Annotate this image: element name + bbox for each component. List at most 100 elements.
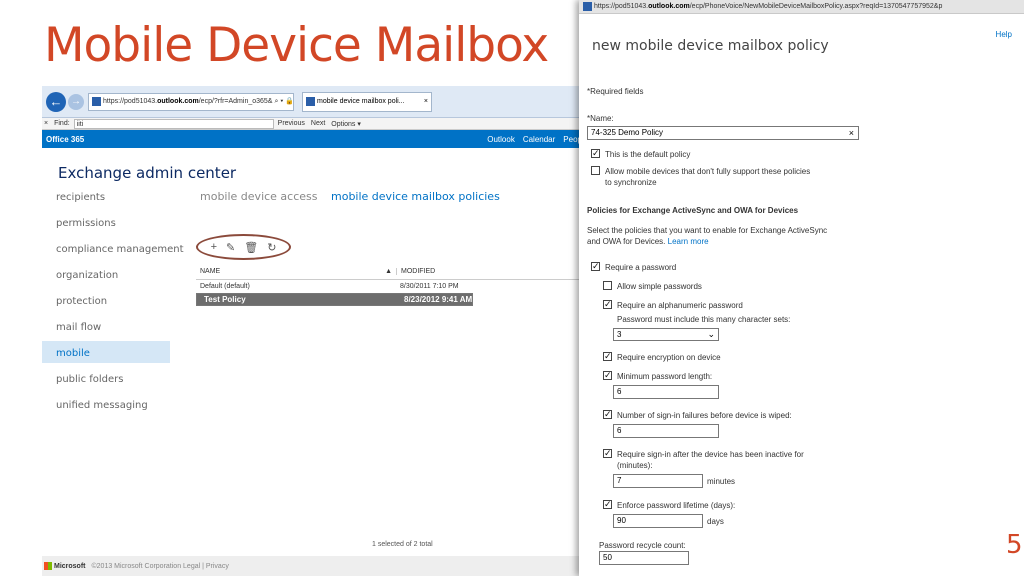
default-policy-checkbox[interactable]: ✓ — [591, 149, 600, 158]
require-encryption-checkbox[interactable]: ✓ — [603, 352, 612, 361]
footer-brand: Microsoft — [54, 562, 86, 570]
char-sets-label: Password must include this many characte… — [617, 315, 791, 324]
col-modified-header[interactable]: MODIFIED — [396, 268, 435, 275]
site-favicon-icon — [92, 97, 101, 106]
slide: Mobile Device Mailbox ← → https://pod510… — [0, 0, 1024, 576]
section-desc-2: and OWA for Devices. Learn more — [587, 237, 709, 246]
left-nav: recipients permissions compliance manage… — [56, 192, 186, 426]
require-password-checkbox[interactable]: ✓ — [591, 262, 600, 271]
address-icons[interactable]: ⌕ ▾ 🔒 ↻ — [274, 97, 293, 106]
allow-nonprovisionable-label-2: to synchronize — [605, 178, 657, 187]
row-name: Default (default) — [200, 283, 250, 290]
dialog-url-bar[interactable]: https://pod51043. outlook.com/ecp/PhoneVo… — [579, 0, 1024, 14]
section-desc-1: Select the policies that you want to ena… — [587, 226, 828, 235]
tab-mobile-device-mailbox-policies[interactable]: mobile device mailbox policies — [331, 190, 500, 203]
dialog-title: new mobile device mailbox policy — [592, 38, 829, 54]
help-link[interactable]: Help — [996, 30, 1012, 39]
table-row[interactable]: Default (default) 8/30/2011 7:10 PM — [196, 280, 602, 293]
delete-icon[interactable]: 🗑 — [244, 241, 258, 254]
office365-bar: Office 365 OutlookCalendarPeopleN — [42, 130, 602, 148]
clear-icon[interactable]: × — [849, 127, 854, 139]
microsoft-logo-icon — [44, 562, 52, 570]
required-note: *Required fields — [587, 87, 644, 96]
tab-favicon-icon — [306, 97, 315, 106]
char-sets-select[interactable]: 3 ⌄ — [613, 328, 719, 341]
find-input[interactable]: iiti — [73, 118, 274, 129]
tab-label: mobile device mailbox poli... — [317, 98, 405, 105]
nav-item-permissions[interactable]: permissions — [56, 218, 186, 244]
signin-failures-input[interactable]: 6 — [613, 424, 719, 438]
address-suffix: /ecp/?rfr=Admin_o365& — [198, 98, 273, 105]
address-prefix: https://pod51043. — [103, 98, 158, 105]
tab-close-icon[interactable]: × — [424, 98, 431, 105]
signin-failures-checkbox[interactable]: ✓ — [603, 410, 612, 419]
office365-logo[interactable]: Office 365 — [46, 135, 84, 144]
allow-nonprovisionable-checkbox[interactable] — [591, 166, 600, 175]
inactive-unit: minutes — [707, 477, 736, 486]
nav-item-mail-flow[interactable]: mail flow — [56, 322, 186, 348]
min-length-input[interactable]: 6 — [613, 385, 719, 399]
allow-simple-checkbox[interactable] — [603, 281, 612, 290]
tab-mobile-device-access[interactable]: mobile device access — [200, 190, 318, 203]
min-length-label: Minimum password length: — [617, 372, 713, 381]
address-bar[interactable]: https://pod51043. outlook.com/ecp/?rfr=Ad… — [88, 92, 294, 111]
find-previous-button[interactable]: Previous — [278, 120, 305, 127]
nav-item-unified-messaging[interactable]: unified messaging — [56, 400, 186, 426]
enforce-lifetime-input[interactable]: 90 — [613, 514, 703, 528]
nav-item-public-folders[interactable]: public folders — [56, 374, 186, 400]
inactive-input[interactable]: 7 — [613, 474, 703, 488]
toolbar: + ✎ 🗑 ↻ — [196, 234, 291, 260]
browser-window: ← → https://pod51043. outlook.com/ecp/?rf… — [42, 86, 602, 576]
browser-tab[interactable]: mobile device mailbox poli... × — [302, 91, 432, 112]
row-name: Test Policy — [204, 295, 246, 304]
require-alnum-label: Require an alphanumeric password — [617, 301, 743, 310]
inactive-label-1: Require sign-in after the device has bee… — [617, 450, 804, 459]
name-field[interactable]: 74-325 Demo Policy × — [587, 126, 859, 140]
policy-grid: NAME ▲ MODIFIED Default (default) 8/30/20… — [196, 264, 602, 306]
eac-title: Exchange admin center — [58, 164, 237, 182]
learn-more-link[interactable]: Learn more — [668, 237, 709, 246]
dialog-url-domain: outlook.com — [648, 3, 690, 10]
col-name-header[interactable]: NAME ▲ — [196, 268, 396, 275]
row-modified: 8/23/2012 9:41 AM — [404, 295, 473, 304]
enforce-lifetime-label: Enforce password lifetime (days): — [617, 501, 736, 510]
edit-icon[interactable]: ✎ — [226, 241, 235, 254]
require-encryption-label: Require encryption on device — [617, 353, 721, 362]
signin-failures-label: Number of sign-in failures before device… — [617, 411, 792, 420]
require-alnum-checkbox[interactable]: ✓ — [603, 300, 612, 309]
find-label: Find: — [54, 120, 70, 127]
recycle-count-input[interactable]: 50 — [599, 551, 689, 565]
slide-title: Mobile Device Mailbox — [44, 18, 549, 73]
nav-item-recipients[interactable]: recipients — [56, 192, 186, 218]
nav-calendar[interactable]: Calendar — [523, 135, 555, 144]
footer-text: ©2013 Microsoft Corporation Legal | Priv… — [91, 562, 229, 570]
dialog-favicon-icon — [583, 2, 592, 11]
allow-simple-label: Allow simple passwords — [617, 282, 702, 291]
find-bar: × Find: iiti Previous Next Options ▾ — [42, 118, 602, 130]
grid-header: NAME ▲ MODIFIED — [196, 264, 602, 280]
default-policy-label: This is the default policy — [605, 150, 691, 159]
recycle-count-label: Password recycle count: — [599, 541, 686, 550]
nav-item-mobile[interactable]: mobile — [56, 348, 186, 374]
nav-outlook[interactable]: Outlook — [487, 135, 515, 144]
table-row[interactable]: Test Policy 8/23/2012 9:41 AM — [196, 293, 474, 306]
address-domain: outlook.com — [157, 98, 199, 105]
find-next-button[interactable]: Next — [311, 120, 325, 127]
dialog-url-prefix: https://pod51043. — [594, 3, 649, 10]
nav-item-organization[interactable]: organization — [56, 270, 186, 296]
enforce-lifetime-checkbox[interactable]: ✓ — [603, 500, 612, 509]
min-length-checkbox[interactable]: ✓ — [603, 371, 612, 380]
add-icon[interactable]: + — [211, 241, 217, 253]
section-heading: Policies for Exchange ActiveSync and OWA… — [587, 206, 799, 215]
find-close-icon[interactable]: × — [44, 120, 48, 127]
refresh-icon[interactable]: ↻ — [267, 241, 276, 254]
chevron-down-icon: ⌄ — [707, 329, 715, 339]
forward-button[interactable]: → — [68, 93, 84, 110]
require-password-label: Require a password — [605, 263, 677, 272]
inactive-checkbox[interactable]: ✓ — [603, 449, 612, 458]
nav-item-compliance[interactable]: compliance management — [56, 244, 186, 270]
subtabs: mobile device access mobile device mailb… — [200, 190, 500, 203]
back-button[interactable]: ← — [46, 91, 66, 112]
find-options-button[interactable]: Options ▾ — [331, 120, 361, 128]
nav-item-protection[interactable]: protection — [56, 296, 186, 322]
